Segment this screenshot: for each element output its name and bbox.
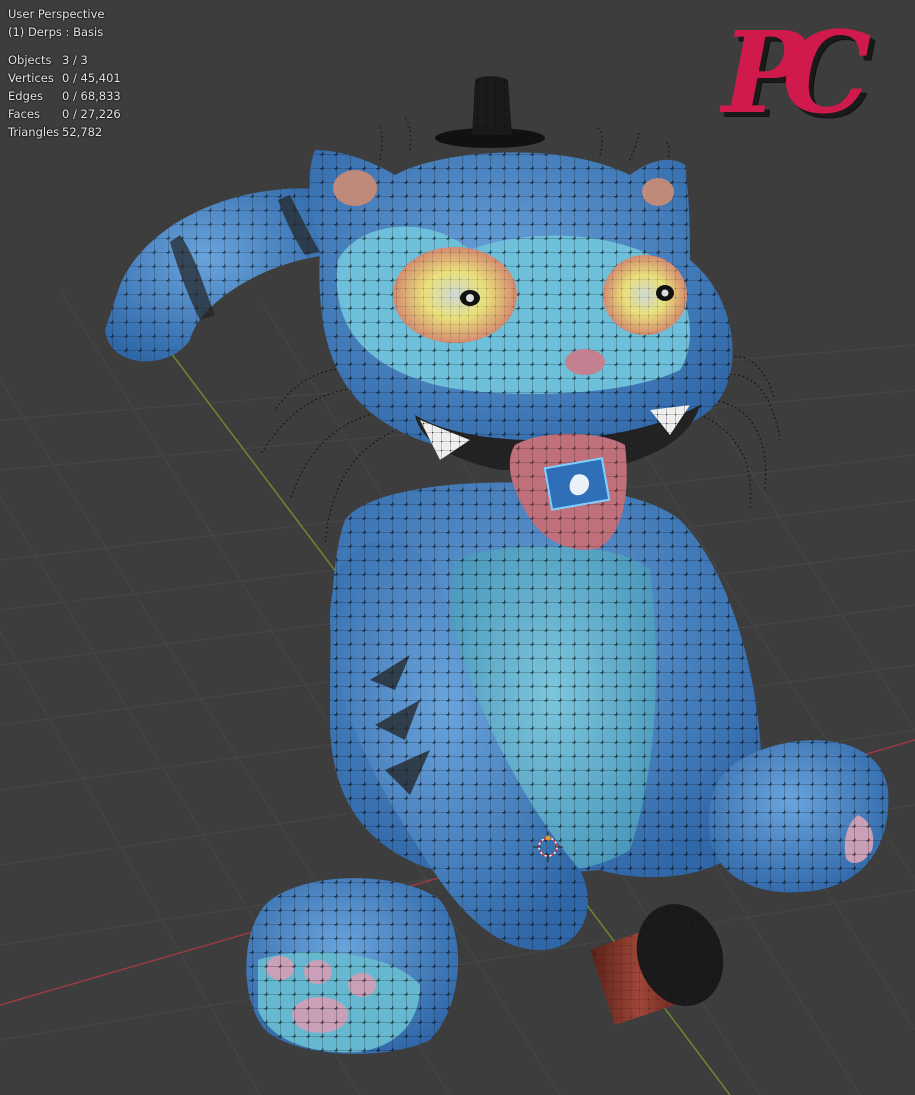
left-eye — [393, 247, 517, 343]
stat-label: Objects — [8, 53, 52, 67]
top-hat-mesh — [435, 76, 545, 148]
stat-value: 0 / 45,401 — [62, 71, 121, 85]
stat-value: 0 / 27,226 — [62, 107, 121, 121]
object-info: (1) Derps : Basis — [8, 25, 104, 39]
stat-label: Triangles — [8, 125, 60, 139]
stat-label: Edges — [8, 89, 43, 103]
view-name: User Perspective — [8, 7, 105, 21]
viewport-overlay-text: User Perspective (1) Derps : Basis Objec… — [8, 5, 121, 141]
nose — [565, 349, 605, 375]
stat-value: 52,782 — [62, 125, 103, 139]
right-leg-mesh — [708, 740, 889, 893]
stat-value: 0 / 68,833 — [62, 89, 121, 103]
stat-label: Vertices — [8, 71, 54, 85]
viewport-scene[interactable] — [0, 0, 915, 1095]
right-eye — [603, 255, 687, 335]
stat-label: Faces — [8, 107, 40, 121]
cupcake-mesh — [590, 904, 724, 1025]
3d-viewport[interactable]: User Perspective (1) Derps : Basis Objec… — [0, 0, 915, 1095]
tail-mesh — [105, 188, 330, 362]
stat-value: 3 / 3 — [62, 53, 88, 67]
left-foot-mesh — [246, 878, 459, 1054]
watermark-logo: PC — [722, 8, 871, 139]
scene-statistics: Objects 3 / 3 Vertices 0 / 45,401 Edges … — [8, 51, 121, 141]
